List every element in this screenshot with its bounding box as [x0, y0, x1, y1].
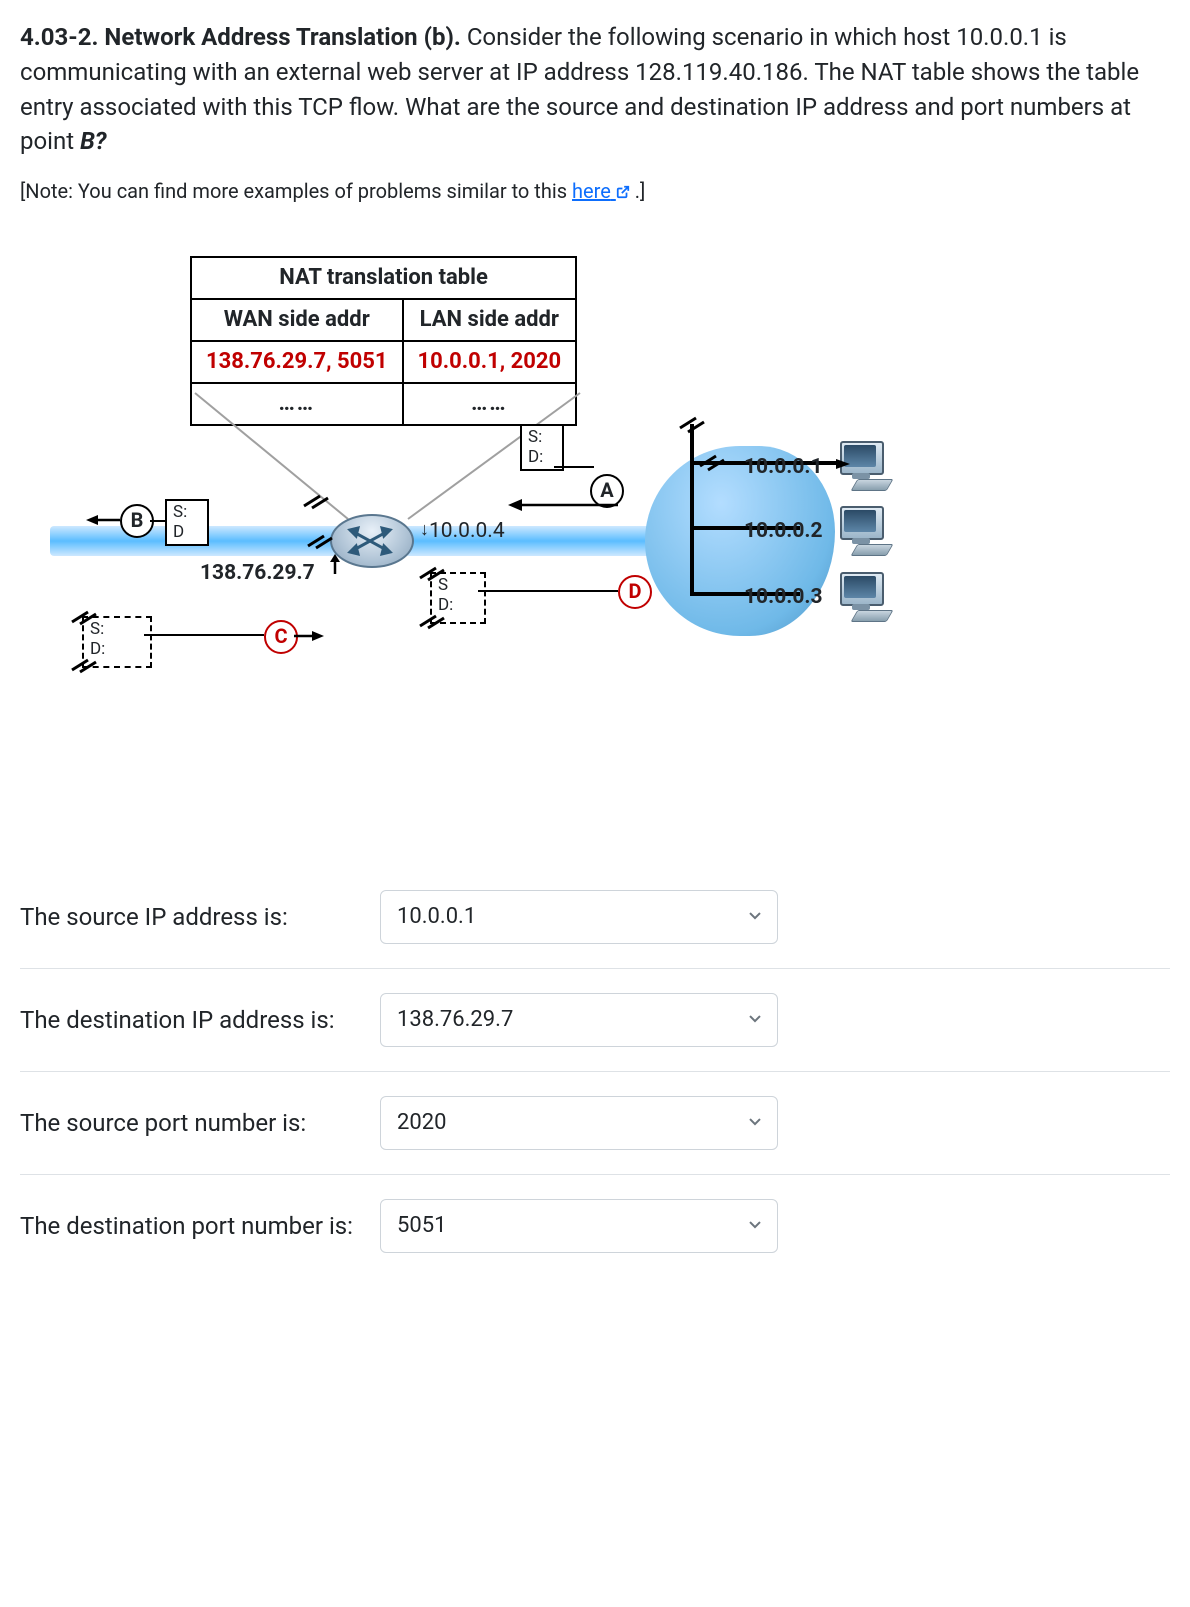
note-link-text: here	[572, 179, 611, 203]
dash-top-icon	[678, 414, 708, 434]
nat-dots-1: ……	[191, 383, 403, 425]
d-connector	[478, 590, 618, 592]
select-value: 2020	[397, 1107, 446, 1139]
nat-translation-table: NAT translation table WAN side addr LAN …	[190, 256, 577, 426]
packet-a-s: S:	[528, 428, 556, 448]
packet-b-s: S:	[173, 503, 201, 523]
answer-row: The destination port number is: 5051	[20, 1174, 1170, 1277]
answers-section: The source IP address is: 10.0.0.1 The d…	[20, 866, 1170, 1277]
chevron-down-icon	[747, 1210, 763, 1242]
chevron-down-icon	[747, 1107, 763, 1139]
host3-ip: 10.0.0.3	[744, 582, 823, 612]
label-d: D	[618, 575, 652, 609]
select-value: 138.76.29.7	[397, 1004, 513, 1036]
nat-diagram: NAT translation table WAN side addr LAN …	[50, 256, 1050, 816]
answer-row: The destination IP address is: 138.76.29…	[20, 968, 1170, 1071]
router-lan-ip: ↓10.0.0.4	[420, 516, 505, 546]
nat-col-lan: LAN side addr	[403, 299, 577, 341]
lan-bus-line	[690, 424, 694, 594]
nat-table-title: NAT translation table	[191, 257, 576, 299]
dest-port-select[interactable]: 5051	[380, 1199, 778, 1253]
external-link-icon	[616, 185, 630, 199]
dash-d-top-icon	[418, 564, 448, 582]
nat-row-wan: 138.76.29.7, 5051	[191, 341, 403, 383]
answer-label: The destination IP address is:	[20, 1003, 380, 1038]
answer-label: The destination port number is:	[20, 1209, 380, 1244]
pc-2-icon	[840, 506, 888, 550]
pc-3-icon	[840, 572, 888, 616]
note-suffix: .]	[630, 179, 646, 203]
nat-row-lan: 10.0.0.1, 2020	[403, 341, 577, 383]
label-b: B	[120, 504, 154, 538]
nat-col-wan: WAN side addr	[191, 299, 403, 341]
answer-label: The source port number is:	[20, 1106, 380, 1141]
question-block: 4.03-2. Network Address Translation (b).…	[20, 20, 1170, 159]
packet-b-d: D	[173, 523, 201, 543]
packet-box-a: S: D:	[520, 424, 564, 471]
arrow-up-icon	[328, 554, 342, 576]
packet-box-b: S: D	[165, 499, 209, 546]
host2-ip: 10.0.0.2	[744, 516, 823, 546]
note-link[interactable]: here	[572, 179, 630, 203]
dest-ip-select[interactable]: 138.76.29.7	[380, 993, 778, 1047]
arrow-right-host1	[710, 456, 850, 472]
dash-c-top-icon	[70, 608, 100, 626]
packet-a-d: D:	[528, 448, 556, 468]
question-point: B?	[80, 127, 106, 155]
chevron-down-icon	[747, 1004, 763, 1036]
answer-row: The source IP address is: 10.0.0.1	[20, 866, 1170, 968]
note-block: [Note: You can find more examples of pro…	[20, 177, 1170, 206]
source-ip-select[interactable]: 10.0.0.1	[380, 890, 778, 944]
a-connector	[554, 466, 594, 468]
c-connector	[144, 634, 264, 636]
arrow-left-b	[86, 512, 122, 528]
answer-row: The source port number is: 2020	[20, 1071, 1170, 1174]
nat-dots-2: ……	[403, 383, 577, 425]
router-icon	[330, 514, 414, 568]
router-wan-ip: 138.76.29.7	[200, 558, 315, 588]
dash-b2-icon	[306, 532, 336, 550]
b-connector	[150, 520, 166, 522]
select-value: 10.0.0.1	[397, 901, 476, 933]
answer-label: The source IP address is:	[20, 900, 380, 935]
dash-c-bot-icon	[70, 656, 100, 674]
dash-b-icon	[302, 492, 332, 510]
select-value: 5051	[397, 1210, 446, 1242]
arrow-right-c	[294, 628, 324, 644]
source-port-select[interactable]: 2020	[380, 1096, 778, 1150]
note-prefix: [Note: You can find more examples of pro…	[20, 179, 572, 203]
dash-d-bot-icon	[418, 612, 448, 630]
chevron-down-icon	[747, 901, 763, 933]
arrow-left-a	[508, 497, 628, 513]
question-number: 4.03-2. Network Address Translation (b).	[20, 23, 461, 51]
label-c: C	[264, 620, 298, 654]
